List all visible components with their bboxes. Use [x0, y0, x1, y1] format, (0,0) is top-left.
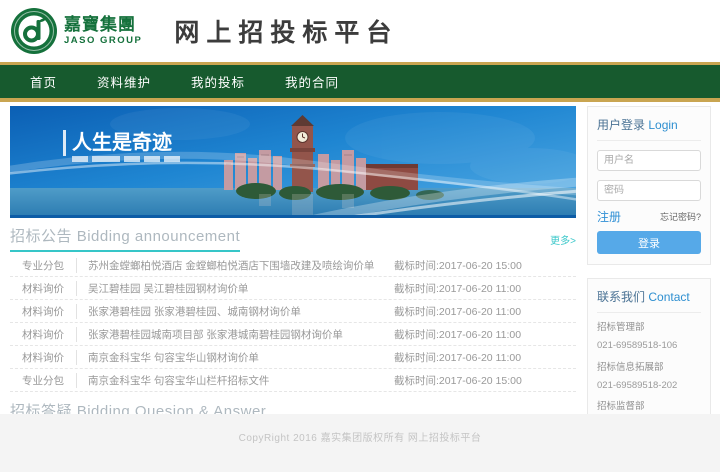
contact-phone: 021-69589518-106: [597, 340, 701, 352]
hero-banner: 人生是奇迹: [10, 106, 576, 218]
announcement-row[interactable]: 材料询价 吴江碧桂园 吴江碧桂园钢材询价单 截标时间:2017-06-20 11…: [10, 277, 576, 300]
left-column: 人生是奇迹 招标公告 Bidding announcement: [10, 106, 576, 449]
announcement-row[interactable]: 专业分包 南京金科宝华 句容宝华山栏杆招标文件 截标时间:2017-06-20 …: [10, 369, 576, 392]
announcement-row[interactable]: 材料询价 张家港碧桂园 张家港碧桂园、城南钢材询价单 截标时间:2017-06-…: [10, 300, 576, 323]
announcement-title: 南京金科宝华 句容宝华山钢材询价单: [76, 350, 394, 365]
announcement-title: 张家港碧桂园 张家港碧桂园、城南钢材询价单: [76, 304, 394, 319]
announcement-category: 专业分包: [10, 373, 76, 388]
announcements-header: 招标公告 Bidding announcement 更多>: [10, 225, 576, 252]
nav-item-home[interactable]: 首页: [30, 72, 57, 91]
announcement-deadline: 截标时间:2017-06-20 11:00: [394, 327, 576, 342]
contact-dept: 招标监督部: [597, 401, 701, 413]
announcement-title: 苏州金螳螂柏悦酒店 金螳螂柏悦酒店下围墙改建及喷绘询价单: [76, 258, 394, 273]
page-root: 嘉寶集團 JASO GROUP 网上招投标平台 首页 资料维护 我的投标 我的合…: [0, 0, 720, 472]
main-content: 人生是奇迹 招标公告 Bidding announcement: [0, 102, 720, 449]
login-title: 用户登录 Login: [597, 116, 701, 141]
contact-phone: 021-69589518-202: [597, 380, 701, 392]
announcement-deadline: 截标时间:2017-06-20 15:00: [394, 373, 576, 388]
announcement-title: 吴江碧桂园 吴江碧桂园钢材询价单: [76, 281, 394, 296]
page-footer: CopyRight 2016 嘉实集团版权所有 网上招投标平台: [0, 414, 720, 472]
announcement-title: 南京金科宝华 句容宝华山栏杆招标文件: [76, 373, 394, 388]
nav-item-my-contracts[interactable]: 我的合同: [285, 72, 339, 91]
announcement-deadline: 截标时间:2017-06-20 15:00: [394, 258, 576, 273]
site-header: 嘉寶集團 JASO GROUP 网上招投标平台: [0, 0, 720, 62]
announcements-table: 专业分包 苏州金螳螂柏悦酒店 金螳螂柏悦酒店下围墙改建及喷绘询价单 截标时间:2…: [10, 254, 576, 392]
announcement-row[interactable]: 材料询价 南京金科宝华 句容宝华山钢材询价单 截标时间:2017-06-20 1…: [10, 346, 576, 369]
page-title: 网上招投标平台: [174, 13, 398, 49]
announcement-category: 材料询价: [10, 304, 76, 319]
announcement-deadline: 截标时间:2017-06-20 11:00: [394, 281, 576, 296]
sidebar: 用户登录 Login 注册 忘记密码? 登录 联系我们 Contact 招标管理…: [587, 106, 711, 449]
forgot-password-link[interactable]: 忘记密码?: [660, 210, 701, 223]
announcement-title: 张家港碧桂园城南项目部 张家港城南碧桂园钢材询价单: [76, 327, 394, 342]
password-input[interactable]: [597, 180, 701, 201]
clock-tower-graphic: [290, 115, 315, 192]
login-button[interactable]: 登录: [597, 231, 701, 254]
copyright-text: CopyRight 2016 嘉实集团版权所有 网上招投标平台: [0, 429, 720, 444]
banner-headline: 人生是奇迹: [72, 130, 172, 154]
nav-item-my-bids[interactable]: 我的投标: [191, 72, 245, 91]
contact-dept: 招标管理部: [597, 322, 701, 334]
announcement-category: 材料询价: [10, 281, 76, 296]
contact-title: 联系我们 Contact: [597, 288, 701, 313]
announcement-row[interactable]: 专业分包 苏州金螳螂柏悦酒店 金螳螂柏悦酒店下围墙改建及喷绘询价单 截标时间:2…: [10, 254, 576, 277]
username-input[interactable]: [597, 150, 701, 171]
announcement-row[interactable]: 材料询价 张家港碧桂园城南项目部 张家港城南碧桂园钢材询价单 截标时间:2017…: [10, 323, 576, 346]
announcement-category: 材料询价: [10, 350, 76, 365]
brand-logo[interactable]: 嘉寶集團 JASO GROUP: [10, 7, 142, 55]
contact-dept: 招标信息拓展部: [597, 362, 701, 374]
jaso-emblem-icon: [10, 7, 58, 55]
brand-name-en: JASO GROUP: [64, 36, 142, 46]
main-nav: 首页 资料维护 我的投标 我的合同: [0, 62, 720, 102]
announcement-deadline: 截标时间:2017-06-20 11:00: [394, 350, 576, 365]
brand-name-cn: 嘉寶集團: [64, 16, 142, 33]
register-row: 注册 忘记密码?: [597, 208, 701, 225]
banner-image: 人生是奇迹: [10, 106, 576, 218]
more-link[interactable]: 更多>: [550, 232, 576, 252]
brand-text: 嘉寶集團 JASO GROUP: [64, 16, 142, 46]
announcement-category: 材料询价: [10, 327, 76, 342]
announcement-deadline: 截标时间:2017-06-20 11:00: [394, 304, 576, 319]
register-link[interactable]: 注册: [597, 208, 621, 225]
login-panel: 用户登录 Login 注册 忘记密码? 登录: [587, 106, 711, 265]
announcement-category: 专业分包: [10, 258, 76, 273]
announcements-title: 招标公告 Bidding announcement: [10, 225, 240, 252]
nav-item-data-maintenance[interactable]: 资料维护: [97, 72, 151, 91]
